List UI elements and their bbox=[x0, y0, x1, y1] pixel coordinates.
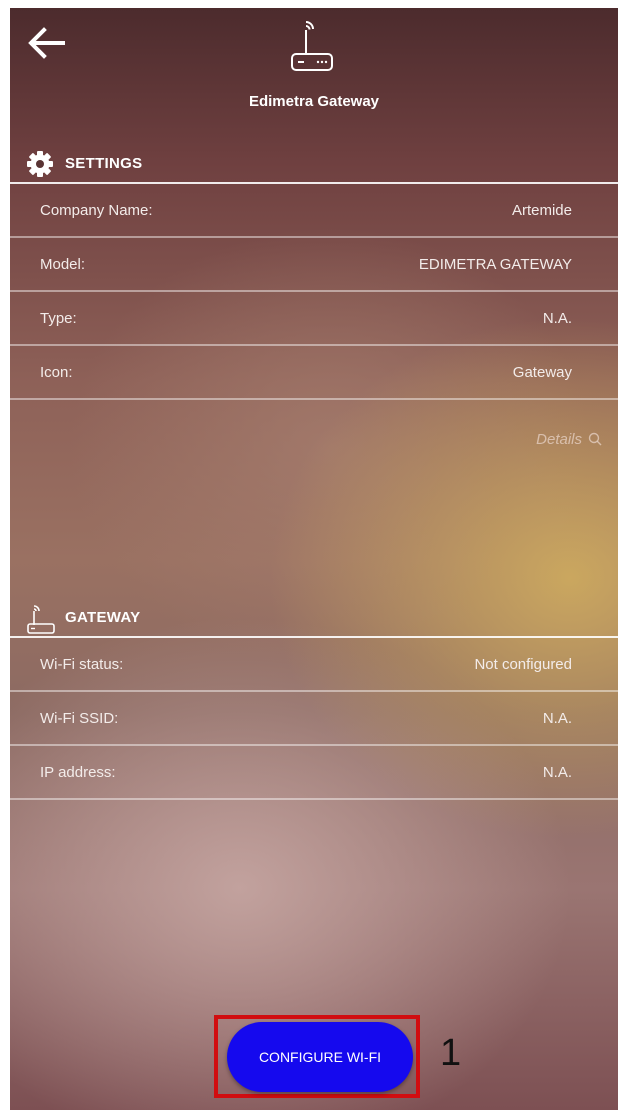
row-label: Company Name: bbox=[40, 202, 153, 219]
row-label: Model: bbox=[40, 256, 86, 273]
configure-wifi-button[interactable]: CONFIGURE WI-FI bbox=[227, 1022, 413, 1092]
details-link[interactable]: Details bbox=[536, 431, 602, 448]
row-label: Wi-Fi SSID: bbox=[40, 710, 119, 727]
settings-row-company: Company Name: Artemide bbox=[10, 184, 618, 238]
gateway-list: Wi-Fi status: Not configured Wi-Fi SSID:… bbox=[10, 638, 618, 800]
annotation-number: 1 bbox=[440, 1032, 462, 1074]
arrow-left-icon bbox=[28, 27, 65, 59]
settings-row-model: Model: EDIMETRA GATEWAY bbox=[10, 238, 618, 292]
settings-section-title: SETTINGS bbox=[65, 155, 143, 172]
row-label: Type: bbox=[40, 310, 77, 327]
row-label: Wi-Fi status: bbox=[40, 656, 124, 673]
gateway-section-header: GATEWAY bbox=[10, 598, 618, 638]
row-value: Gateway bbox=[512, 364, 572, 381]
back-button[interactable] bbox=[26, 26, 66, 60]
settings-list: Company Name: Artemide Model: EDIMETRA G… bbox=[10, 184, 618, 400]
row-value: EDIMETRA GATEWAY bbox=[418, 256, 572, 273]
router-icon bbox=[278, 16, 342, 80]
gear-icon bbox=[26, 150, 54, 178]
search-icon bbox=[588, 432, 602, 446]
settings-row-icon: Icon: Gateway bbox=[10, 346, 618, 400]
row-value: Artemide bbox=[511, 202, 572, 219]
row-label: IP address: bbox=[40, 764, 116, 781]
details-label: Details bbox=[536, 431, 582, 448]
settings-section-header: SETTINGS bbox=[10, 144, 618, 184]
gateway-section-title: GATEWAY bbox=[65, 609, 141, 626]
row-value: N.A. bbox=[542, 764, 572, 781]
row-label: Icon: bbox=[40, 364, 73, 381]
device-screen: Edimetra Gateway SETTINGS Company Name: … bbox=[10, 8, 618, 1110]
gateway-row-ip-address: IP address: N.A. bbox=[10, 746, 618, 800]
row-value: N.A. bbox=[542, 310, 572, 327]
page-title: Edimetra Gateway bbox=[248, 93, 380, 110]
row-value: N.A. bbox=[542, 710, 572, 727]
gateway-row-wifi-ssid: Wi-Fi SSID: N.A. bbox=[10, 692, 618, 746]
gateway-row-wifi-status: Wi-Fi status: Not configured bbox=[10, 638, 618, 692]
row-value: Not configured bbox=[474, 656, 572, 673]
router-icon bbox=[26, 604, 55, 634]
settings-row-type: Type: N.A. bbox=[10, 292, 618, 346]
